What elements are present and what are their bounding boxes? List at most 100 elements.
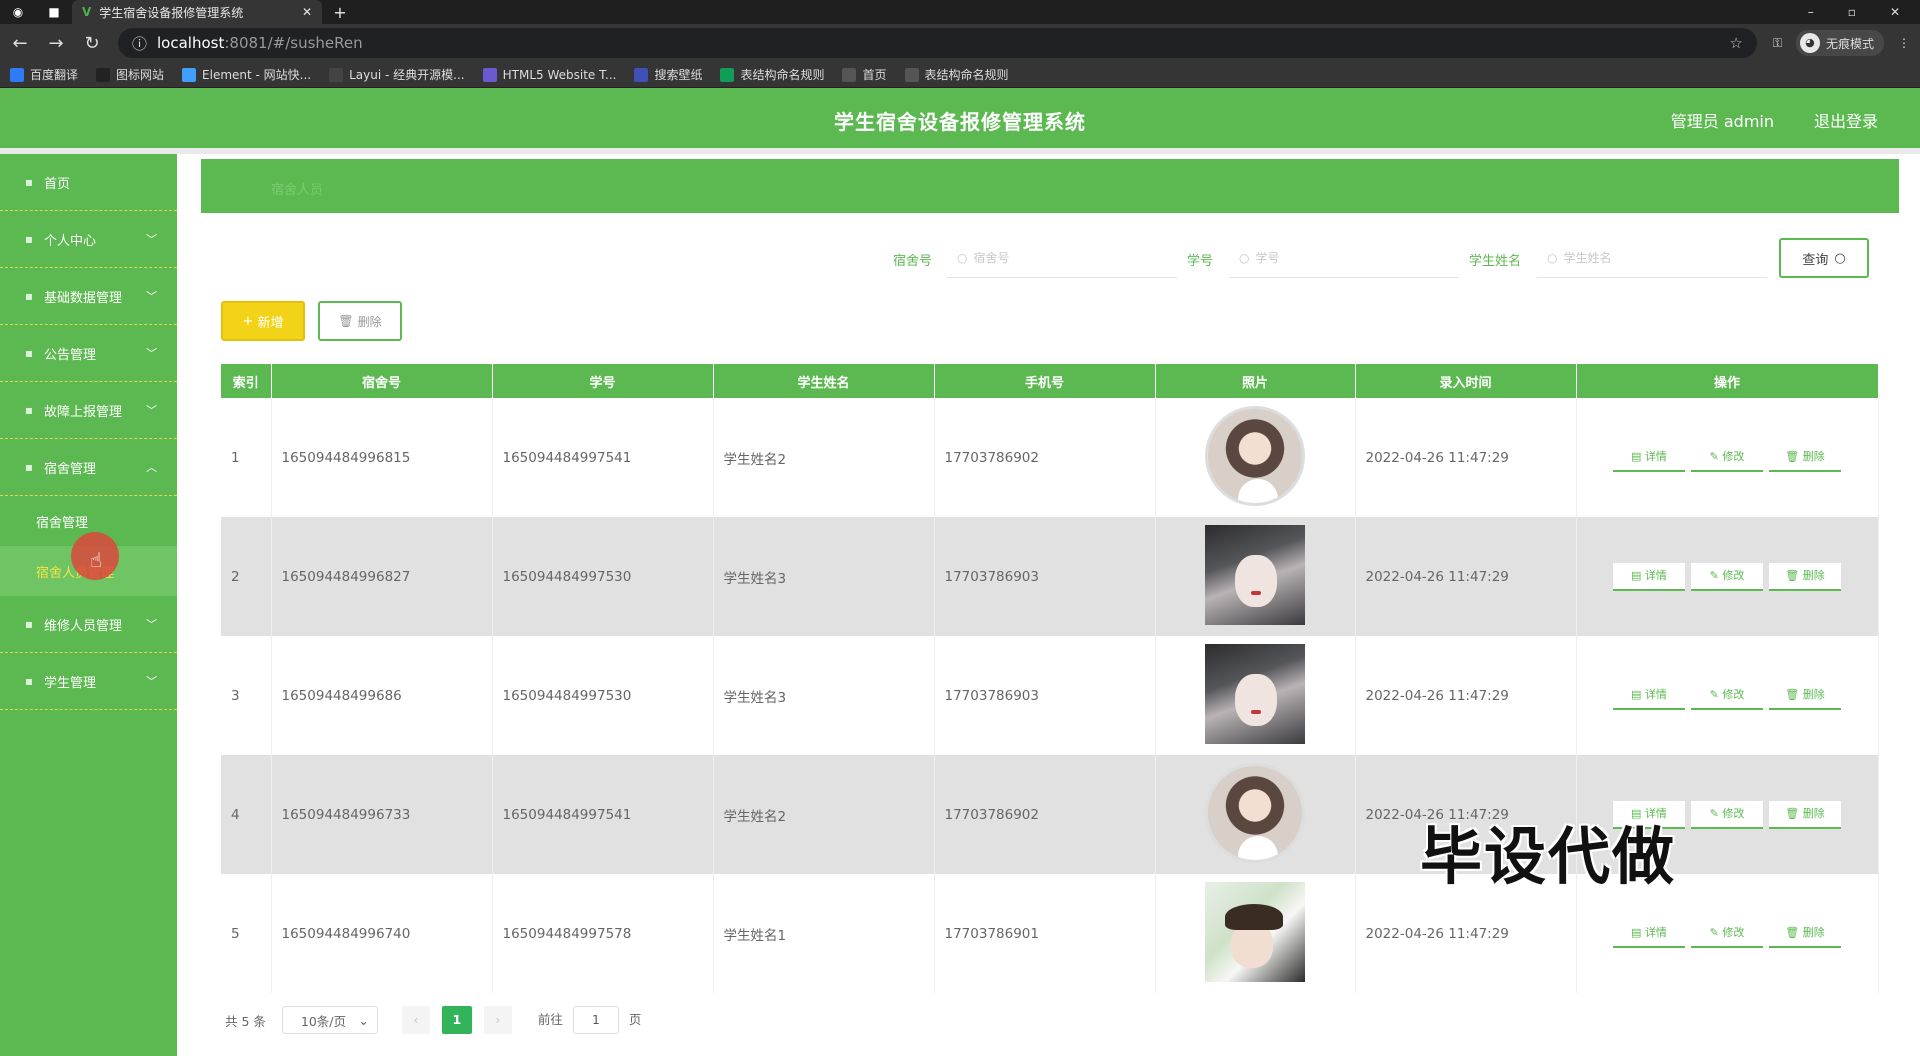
- menu-item-icon: ▪: [24, 346, 34, 360]
- detail-button[interactable]: ▤ 详情: [1613, 919, 1685, 948]
- sidebar-item[interactable]: ▪ 基础数据管理 ﹀: [0, 268, 177, 325]
- bookmark-item[interactable]: Element - 网站快...: [182, 66, 311, 83]
- cell-photo: [1155, 517, 1356, 636]
- logout-link[interactable]: 退出登录: [1814, 108, 1878, 132]
- delete-button[interactable]: 🗑 删除: [1769, 800, 1841, 829]
- student-photo: [1205, 643, 1305, 744]
- sidebar-item[interactable]: ▪ 宿舍管理 ︿: [0, 439, 177, 496]
- delete-button[interactable]: 🗑 删除: [1769, 443, 1841, 472]
- sidebar-item[interactable]: ▪ 维修人员管理 ﹀: [0, 596, 177, 653]
- incognito-badge[interactable]: ◕ 无痕模式: [1795, 30, 1884, 56]
- forward-icon[interactable]: →: [46, 33, 66, 54]
- query-button[interactable]: 查询 ○: [1779, 238, 1869, 278]
- student-photo: [1205, 405, 1305, 506]
- bookmark-item[interactable]: 图标网站: [96, 66, 164, 83]
- bookmark-favicon-icon: [842, 67, 857, 82]
- tab-overview-icon[interactable]: ■: [36, 5, 72, 19]
- cell-photo: [1155, 755, 1356, 874]
- incognito-avatar-icon: ◕: [1799, 33, 1820, 53]
- name-search-label: 学生姓名: [1469, 254, 1522, 269]
- bookmark-item[interactable]: 表结构命名规则: [720, 66, 824, 83]
- cell-student-no: 165094484997530: [492, 517, 714, 636]
- bookmark-item[interactable]: 百度翻译: [10, 66, 78, 83]
- browser-tab[interactable]: V 学生宿舍设备报修管理系统 ✕: [72, 0, 322, 24]
- column-header: 宿舍号: [271, 364, 493, 398]
- edit-label: 修改: [1722, 449, 1745, 463]
- trash-icon: 🗑: [1785, 687, 1803, 701]
- sidebar-item-label: 故障上报管理: [44, 404, 123, 420]
- hand-cursor-icon: ☝: [90, 548, 103, 572]
- bookmark-item[interactable]: HTML5 Website T...: [482, 67, 616, 82]
- edit-button[interactable]: ✎ 修改: [1691, 681, 1763, 710]
- tab-close-icon[interactable]: ✕: [302, 5, 312, 19]
- delete-button[interactable]: 🗑 删除: [1769, 681, 1841, 710]
- cell-index: 2: [221, 517, 272, 636]
- reload-icon[interactable]: ↻: [82, 33, 102, 54]
- bookmark-item[interactable]: Layui - 经典开源模...: [329, 66, 465, 83]
- cell-photo: [1155, 874, 1356, 993]
- edit-button[interactable]: ✎ 修改: [1691, 919, 1763, 948]
- goto-page-input[interactable]: [572, 1006, 619, 1034]
- detail-button[interactable]: ▤ 详情: [1613, 443, 1685, 472]
- sidebar-item[interactable]: ▪ 故障上报管理 ﹀: [0, 382, 177, 439]
- sidebar: ▪ 首页 ▪ 个人中心 ﹀ ▪ 基础数据管理 ﹀ ▪ 公告管理 ﹀ ▪ 故障上报管理 ﹀ ▪ 宿舍管理 ︿ 宿舍管…: [0, 154, 177, 1056]
- sidebar-item[interactable]: ▪ 个人中心 ﹀: [0, 211, 177, 268]
- detail-button[interactable]: ▤ 详情: [1613, 562, 1685, 591]
- sidebar-item-label: 维修人员管理: [44, 618, 123, 634]
- sidebar-item[interactable]: ▪ 学生管理 ﹀: [0, 653, 177, 710]
- cell-name: 学生姓名1: [713, 874, 935, 993]
- delete-button[interactable]: 🗑 删除: [1769, 919, 1841, 948]
- url-path: :8081/#/susheRen: [224, 34, 363, 52]
- cell-phone: 17703786903: [934, 636, 1156, 755]
- name-search-input[interactable]: [1563, 250, 1744, 265]
- address-bar-row: ← → ↻ ⓘ localhost:8081/#/susheRen ☆ ⚿ ◕ …: [0, 24, 1920, 62]
- edit-button[interactable]: ✎ 修改: [1691, 800, 1763, 829]
- cell-name: 学生姓名2: [713, 755, 935, 874]
- vue-favicon-icon: V: [82, 5, 92, 19]
- page-number-current[interactable]: 1: [441, 1006, 472, 1034]
- sidebar-item[interactable]: ▪ 公告管理 ﹀: [0, 325, 177, 382]
- bookmark-favicon-icon: [634, 67, 649, 82]
- batch-delete-button[interactable]: 🗑 删除: [318, 301, 402, 341]
- cell-phone: 17703786902: [934, 398, 1156, 517]
- bookmark-item[interactable]: 表结构命名规则: [904, 66, 1009, 83]
- delete-button[interactable]: 🗑 删除: [1769, 562, 1841, 591]
- trash-icon: 🗑: [1785, 925, 1803, 939]
- bookmark-star-icon[interactable]: ☆: [1729, 34, 1742, 52]
- cell-phone: 17703786903: [934, 517, 1156, 636]
- url-field[interactable]: ⓘ localhost:8081/#/susheRen ☆: [118, 28, 1757, 58]
- pencil-icon: ✎: [1709, 806, 1723, 820]
- delete-label: 删除: [357, 314, 382, 329]
- dorm-search-input[interactable]: [973, 250, 1154, 265]
- chevron-down-icon: ⌄: [358, 1012, 369, 1028]
- window-close-icon[interactable]: ✕: [1890, 5, 1900, 19]
- prev-page-button[interactable]: ‹: [401, 1006, 430, 1034]
- edit-button[interactable]: ✎ 修改: [1691, 443, 1763, 472]
- sidebar-item-label: 基础数据管理: [44, 290, 123, 306]
- key-icon[interactable]: ⚿: [1773, 36, 1782, 51]
- detail-button[interactable]: ▤ 详情: [1613, 681, 1685, 710]
- menu-item-icon: ▪: [24, 289, 34, 303]
- bookmark-item[interactable]: 搜索壁纸: [634, 66, 702, 83]
- bookmark-item[interactable]: 首页: [842, 66, 887, 83]
- bookmark-label: 表结构命名规则: [924, 68, 1009, 82]
- pagination: 共 5 条 10条/页 ⌄ ‹ 1 › 前往 页: [225, 1006, 641, 1034]
- window-controls: – ▫ ✕: [1808, 5, 1920, 19]
- maximize-icon[interactable]: ▫: [1848, 5, 1856, 19]
- sidebar-item[interactable]: ▪ 首页: [0, 154, 177, 211]
- student-no-search-input[interactable]: [1255, 250, 1436, 265]
- info-icon[interactable]: ⓘ: [132, 33, 147, 54]
- new-tab-icon[interactable]: +: [322, 3, 358, 22]
- minimize-icon[interactable]: –: [1808, 5, 1814, 19]
- cell-index: 3: [221, 636, 272, 755]
- cell-index: 4: [221, 755, 272, 874]
- add-button[interactable]: + 新增: [221, 301, 305, 341]
- sidebar-item-label: 个人中心: [44, 233, 97, 249]
- edit-button[interactable]: ✎ 修改: [1691, 562, 1763, 591]
- page-size-select[interactable]: 10条/页 ⌄: [281, 1006, 378, 1034]
- browser-menu-icon[interactable]: ⋮: [1898, 36, 1910, 50]
- incognito-label: 无痕模式: [1825, 36, 1874, 51]
- back-icon[interactable]: ←: [10, 33, 30, 54]
- next-page-button[interactable]: ›: [483, 1006, 512, 1034]
- trash-icon: 🗑: [1785, 806, 1803, 820]
